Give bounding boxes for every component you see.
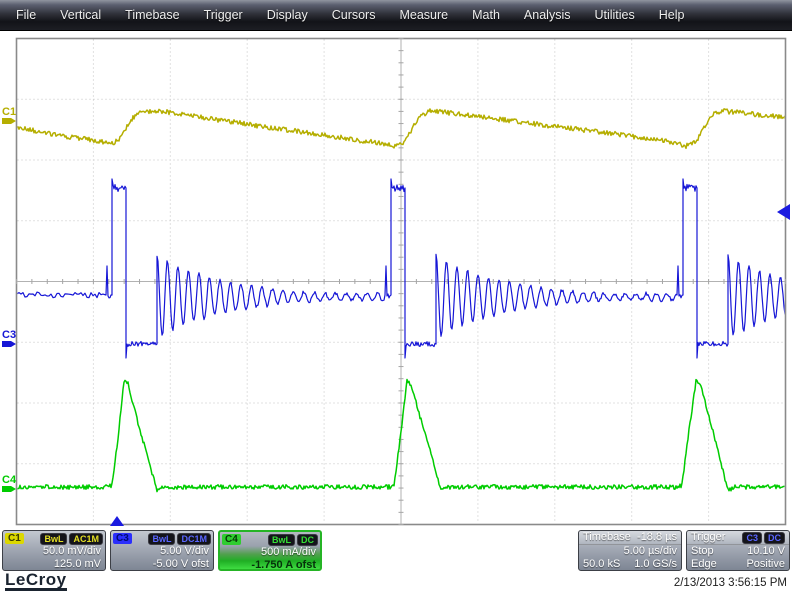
c3-bandwidth-badge: BwL <box>148 533 175 545</box>
c4-offset: -1.750 A ofst <box>220 559 320 571</box>
c3-scale: 5.00 V/div <box>111 545 213 558</box>
timebase-header: Timebase -18.8 µs <box>579 531 681 545</box>
timebase-rate: 1.0 GS/s <box>634 558 677 571</box>
timebase-offset: -18.8 µs <box>637 531 677 544</box>
channel-chip-c3: C3 <box>113 533 132 544</box>
channel-marker-c4[interactable] <box>2 486 16 492</box>
channel-descriptor-c4[interactable]: C4 BwL DC 500 mA/div -1.750 A ofst <box>218 530 322 571</box>
timebase-per-div: 5.00 µs/div <box>579 545 681 558</box>
trigger-coupling-badge: DC <box>764 532 785 544</box>
trigger-label: Trigger <box>691 531 725 544</box>
trigger-level: 10.10 V <box>747 545 785 558</box>
channel-label-c1: C1 <box>2 106 16 118</box>
timebase-sampling: 50.0 kS 1.0 GS/s <box>579 558 681 571</box>
datetime: 2/13/2013 3:56:15 PM <box>674 577 787 589</box>
timebase-samples: 50.0 kS <box>583 558 620 571</box>
trigger-source-badge: C3 <box>742 532 762 544</box>
oscilloscope-screen: FileVerticalTimebaseTriggerDisplayCursor… <box>0 0 792 594</box>
c4-coupling-badge: DC <box>297 534 318 546</box>
channel-descriptor-c1[interactable]: C1 BwL AC1M 50.0 mV/div 125.0 mV <box>2 530 106 571</box>
c4-scale: 500 mA/div <box>220 546 320 559</box>
trigger-badges: C3 DC <box>742 532 785 544</box>
timebase-descriptor[interactable]: Timebase -18.8 µs 5.00 µs/div 50.0 kS 1.… <box>578 530 682 571</box>
trigger-slope: Positive <box>746 558 785 571</box>
channel-marker-c3[interactable] <box>2 341 16 347</box>
lecroy-logo: LeCroy <box>5 571 67 591</box>
channel-chip-c4: C4 <box>222 534 241 545</box>
trigger-descriptor[interactable]: Trigger C3 DC Stop 10.10 V Edge Positive <box>686 530 790 571</box>
c1-chip-row: C1 BwL AC1M <box>3 531 105 545</box>
timebase-label: Timebase <box>583 531 631 544</box>
c4-chip-row: C4 BwL DC <box>220 532 320 546</box>
trigger-mode: Stop <box>691 545 714 558</box>
c3-chip-row: C3 BwL DC1M <box>111 531 213 545</box>
channel-descriptor-c3[interactable]: C3 BwL DC1M 5.00 V/div -5.00 V ofst <box>110 530 214 571</box>
channel-label-c4: C4 <box>2 474 17 486</box>
trigger-type: Edge <box>691 558 717 571</box>
trigger-type-row: Edge Positive <box>687 558 789 571</box>
trigger-header: Trigger C3 DC <box>687 531 789 545</box>
trigger-mode-row: Stop 10.10 V <box>687 545 789 558</box>
channel-marker-c1[interactable] <box>2 118 16 124</box>
c3-offset: -5.00 V ofst <box>111 558 213 571</box>
c4-bandwidth-badge: BwL <box>268 534 295 546</box>
c3-coupling-badge: DC1M <box>177 533 211 545</box>
c1-bandwidth-badge: BwL <box>40 533 67 545</box>
waveform-display: C1 C3 C4 <box>0 0 792 594</box>
c1-scale: 50.0 mV/div <box>3 545 105 558</box>
channel-label-c3: C3 <box>2 329 16 341</box>
channel-chip-c1: C1 <box>5 533 24 544</box>
c1-coupling-badge: AC1M <box>69 533 103 545</box>
